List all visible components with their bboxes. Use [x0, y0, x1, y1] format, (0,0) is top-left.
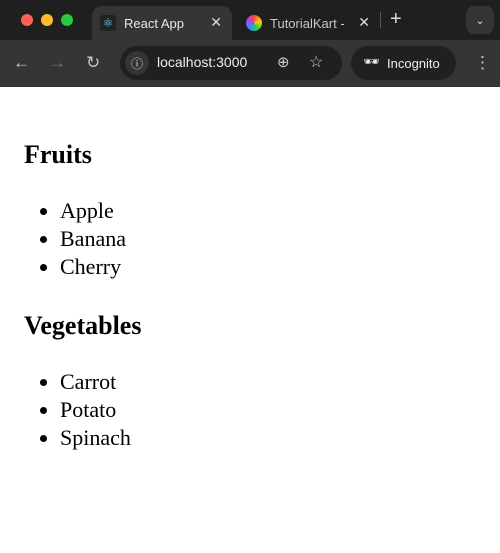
- incognito-indicator[interactable]: 🕶 Incognito: [351, 46, 456, 80]
- toolbar: ← → ↻ ⓘ localhost:3000 ⊕ ☆ 🕶 Incognito ⋮: [0, 40, 500, 87]
- title-bar: ⚛ React App ✕ TutorialKart - ✕ + ⌄: [0, 0, 500, 40]
- vegetables-heading: Vegetables: [24, 311, 142, 340]
- minimize-window-button[interactable]: [41, 14, 53, 26]
- list-item: Carrot: [60, 368, 141, 396]
- tab-title: React App: [124, 15, 184, 31]
- page-content: Fruits Apple Banana Cherry Vegetables Ca…: [24, 87, 141, 452]
- list-item: Spinach: [60, 424, 141, 452]
- close-tab-icon[interactable]: ✕: [358, 14, 370, 31]
- list-item: Apple: [60, 197, 141, 225]
- fruits-list: Apple Banana Cherry: [60, 197, 141, 281]
- close-tab-icon[interactable]: ✕: [210, 14, 222, 31]
- maximize-window-button[interactable]: [61, 14, 73, 26]
- site-info-icon[interactable]: ⓘ: [125, 51, 149, 75]
- back-icon[interactable]: ←: [13, 52, 30, 74]
- forward-icon[interactable]: →: [49, 52, 66, 74]
- address-bar[interactable]: ⓘ localhost:3000 ⊕ ☆: [120, 46, 342, 80]
- bookmark-star-icon[interactable]: ☆: [309, 52, 323, 72]
- tab-react-app[interactable]: ⚛ React App ✕: [92, 6, 232, 40]
- reload-icon[interactable]: ↻: [86, 52, 100, 74]
- incognito-icon: 🕶: [363, 54, 380, 69]
- tab-tutorialkart[interactable]: TutorialKart - ✕: [240, 6, 380, 40]
- list-item: Cherry: [60, 253, 141, 281]
- vegetables-list: Carrot Potato Spinach: [60, 368, 141, 452]
- new-tab-button[interactable]: +: [390, 8, 402, 31]
- tutorialkart-icon: [246, 15, 262, 31]
- menu-icon[interactable]: ⋮: [474, 52, 491, 74]
- tab-search-button[interactable]: ⌄: [466, 6, 494, 34]
- tab-divider: [380, 12, 381, 28]
- url-text[interactable]: localhost:3000: [157, 54, 247, 70]
- fruits-heading: Fruits: [24, 140, 92, 169]
- tab-title: TutorialKart -: [270, 15, 345, 31]
- list-item: Banana: [60, 225, 141, 253]
- list-item: Potato: [60, 396, 141, 424]
- close-window-button[interactable]: [21, 14, 33, 26]
- react-icon: ⚛: [100, 15, 116, 31]
- zoom-icon[interactable]: ⊕: [277, 53, 290, 71]
- incognito-label: Incognito: [387, 55, 440, 71]
